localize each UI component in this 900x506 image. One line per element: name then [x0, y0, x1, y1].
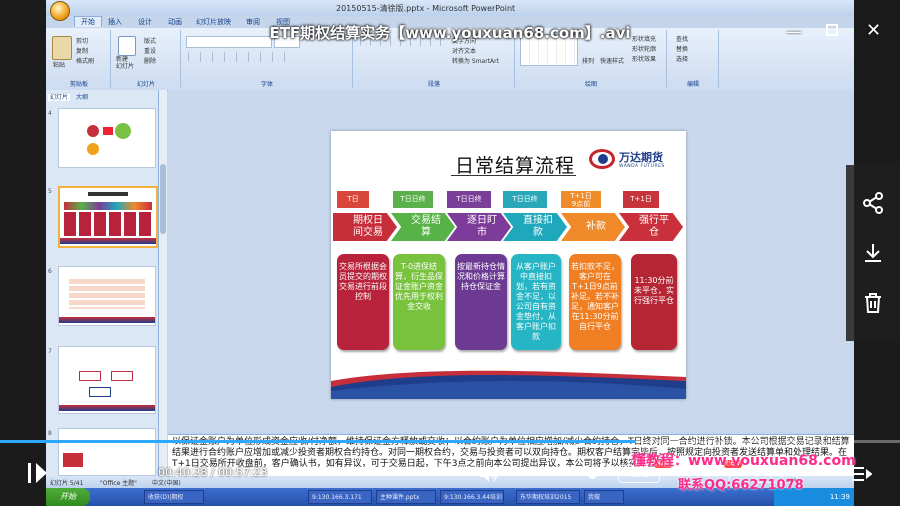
timeline-label: T+1日 9点前	[561, 191, 601, 208]
wanda-logo-icon	[589, 149, 615, 169]
slide-number: 7	[48, 348, 52, 355]
minimize-icon[interactable]: —	[786, 22, 802, 41]
smartart-button[interactable]: 转换为 SmartArt	[452, 56, 499, 65]
watermark-line2: 联系QQ:66271078	[678, 478, 804, 493]
volume-icon[interactable]	[478, 464, 500, 484]
timeline-label: T日日终	[393, 191, 433, 208]
process-detail-box: T-0进保结算，衍生品保证金账户资金优先用于权利金交收	[393, 254, 445, 350]
replace-button[interactable]: 替换	[676, 44, 688, 53]
process-detail-box: 11:30分前未平仓，实行强行平仓	[631, 254, 677, 350]
volume-knob[interactable]	[588, 470, 597, 479]
slide-number: 4	[48, 110, 52, 117]
process-detail-box: 从客户账户中直接扣划，若有资金不足，以公司自有资金垫付，从客户账户扣款	[511, 254, 561, 350]
paste-button[interactable]: 粘贴	[53, 60, 65, 69]
quick-styles-button[interactable]: 快速样式	[600, 56, 624, 65]
current-time: 00:40:28	[158, 466, 208, 479]
paragraph-group-label: 段落	[427, 81, 440, 88]
time-separator: /	[210, 466, 215, 479]
slide-number: 6	[48, 268, 52, 275]
progress-bar[interactable]	[0, 440, 900, 443]
slide-thumbnail[interactable]	[58, 108, 156, 168]
timeline-label: T日日终	[503, 191, 547, 208]
scrollbar-thumb[interactable]	[160, 164, 166, 234]
arrange-button[interactable]: 排列	[582, 56, 594, 65]
slide-canvas[interactable]: 日常结算流程 万达期货 WANDA FUTURES T日 T日日终 T日日终 T日日终…	[331, 131, 686, 399]
slide-thumbnail[interactable]	[58, 266, 156, 326]
clipboard-group-label: 剪贴板	[69, 81, 88, 88]
total-time: 00:57:23	[218, 466, 268, 479]
play-icon[interactable]	[24, 460, 50, 486]
logo-en-text: WANDA FUTURES	[619, 164, 665, 169]
format-painter-button[interactable]: 格式刷	[76, 56, 94, 65]
clock: 11:39	[829, 493, 850, 501]
panel-tabs: 幻灯片 大纲	[48, 92, 92, 101]
process-detail-box: 按最新持仓情况和价格计算持仓保证金	[455, 254, 507, 350]
copy-button[interactable]: 复制	[76, 46, 88, 55]
process-step-chevron: 逐日盯 市	[447, 213, 511, 241]
drawing-group-label: 绘图	[584, 81, 597, 88]
editing-group-label: 编辑	[686, 81, 699, 88]
panel-tab-slides[interactable]: 幻灯片	[48, 94, 71, 101]
slides-panel: 幻灯片 大纲 4 5 6 7 8	[46, 90, 159, 476]
shape-outline-button[interactable]: 形状轮廓	[632, 44, 656, 53]
window-title: 20150515-清徐版.pptx - Microsoft PowerPoint	[336, 4, 516, 13]
timeline-label: T+1日	[623, 191, 659, 208]
slide-number: 8	[48, 430, 52, 437]
close-icon[interactable]: ✕	[866, 20, 881, 41]
align-text-button[interactable]: 对齐文本	[452, 46, 476, 55]
slides-group-label: 幻灯片	[136, 81, 155, 88]
process-step-chevron: 强行平 仓	[619, 213, 683, 241]
logo-cn-text: 万达期货	[619, 151, 663, 164]
slide-thumbnail[interactable]	[58, 346, 156, 414]
player-side-panel	[846, 165, 900, 341]
font-group-label: 字体	[260, 81, 273, 88]
timeline-label: T日日终	[447, 191, 491, 208]
volume-fill	[506, 473, 592, 476]
share-icon[interactable]	[861, 191, 885, 215]
video-title: ETF期权结算实务【www.youxuan68.com】.avi	[269, 24, 631, 42]
process-step-chevron: 直接扣 款	[503, 213, 567, 241]
watermark-line1: 懂教程：www.youxuan68.com	[632, 453, 856, 469]
panel-scrollbar[interactable]	[159, 90, 167, 476]
slide-title: 日常结算流程	[455, 155, 576, 177]
select-button[interactable]: 选择	[676, 54, 688, 63]
delete-slide-button[interactable]: 删除	[144, 56, 156, 65]
timeline-label: T日	[337, 191, 369, 208]
font-format-icon[interactable]	[188, 52, 288, 62]
download-icon[interactable]	[861, 241, 885, 265]
process-step-chevron: 交易结 算	[391, 213, 455, 241]
time-display: 00:40:28 / 00:57:23	[158, 466, 268, 479]
process-step-chevron: 期权日 间交易	[333, 213, 397, 241]
shape-effects-button[interactable]: 形状效果	[632, 54, 656, 63]
title-bar: 20150515-清徐版.pptx - Microsoft PowerPoint	[46, 0, 854, 21]
title-underline	[451, 175, 576, 176]
decorative-waves	[331, 370, 686, 399]
delete-icon[interactable]	[861, 291, 885, 315]
process-detail-box: 交易所根据会员提交的期权交易进行前段控制	[337, 254, 389, 350]
slide-thumbnail-selected[interactable]	[58, 186, 158, 248]
reset-button[interactable]: 重设	[144, 46, 156, 55]
new-slide-button[interactable]: 新建 幻灯片	[116, 56, 134, 70]
progress-fill	[0, 440, 635, 443]
process-detail-box: 若扣款不足，客户可在T+1日9点前补足。若不补足，通知客户在11:30分前自行平…	[569, 254, 621, 350]
volume-slider[interactable]	[506, 470, 597, 479]
panel-tab-outline[interactable]: 大纲	[72, 94, 92, 101]
slide-number: 5	[48, 188, 52, 195]
maximize-icon[interactable]	[826, 24, 838, 36]
process-step-chevron: 补款	[561, 213, 625, 241]
